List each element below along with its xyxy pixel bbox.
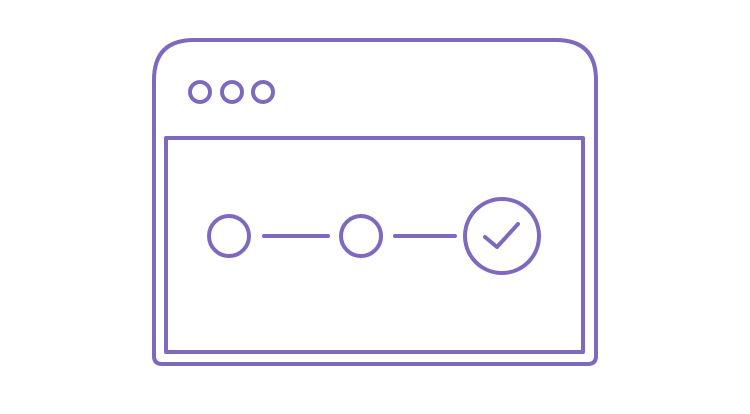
window-control-dot: [220, 80, 244, 104]
completed-step-circle: [463, 197, 541, 275]
checkmark-circle-icon: [463, 197, 541, 275]
browser-window-frame: [152, 38, 598, 366]
checkmark-icon: [483, 222, 520, 249]
illustration-canvas: [0, 0, 750, 414]
browser-window-progress-illustration: [152, 38, 598, 366]
step-circle-icon: [207, 214, 251, 258]
step-progress: [207, 197, 541, 275]
content-panel: [164, 136, 585, 354]
window-control-dot: [251, 80, 275, 104]
window-control-dot: [188, 80, 212, 104]
window-controls: [188, 80, 275, 104]
step-circle-icon: [339, 214, 383, 258]
